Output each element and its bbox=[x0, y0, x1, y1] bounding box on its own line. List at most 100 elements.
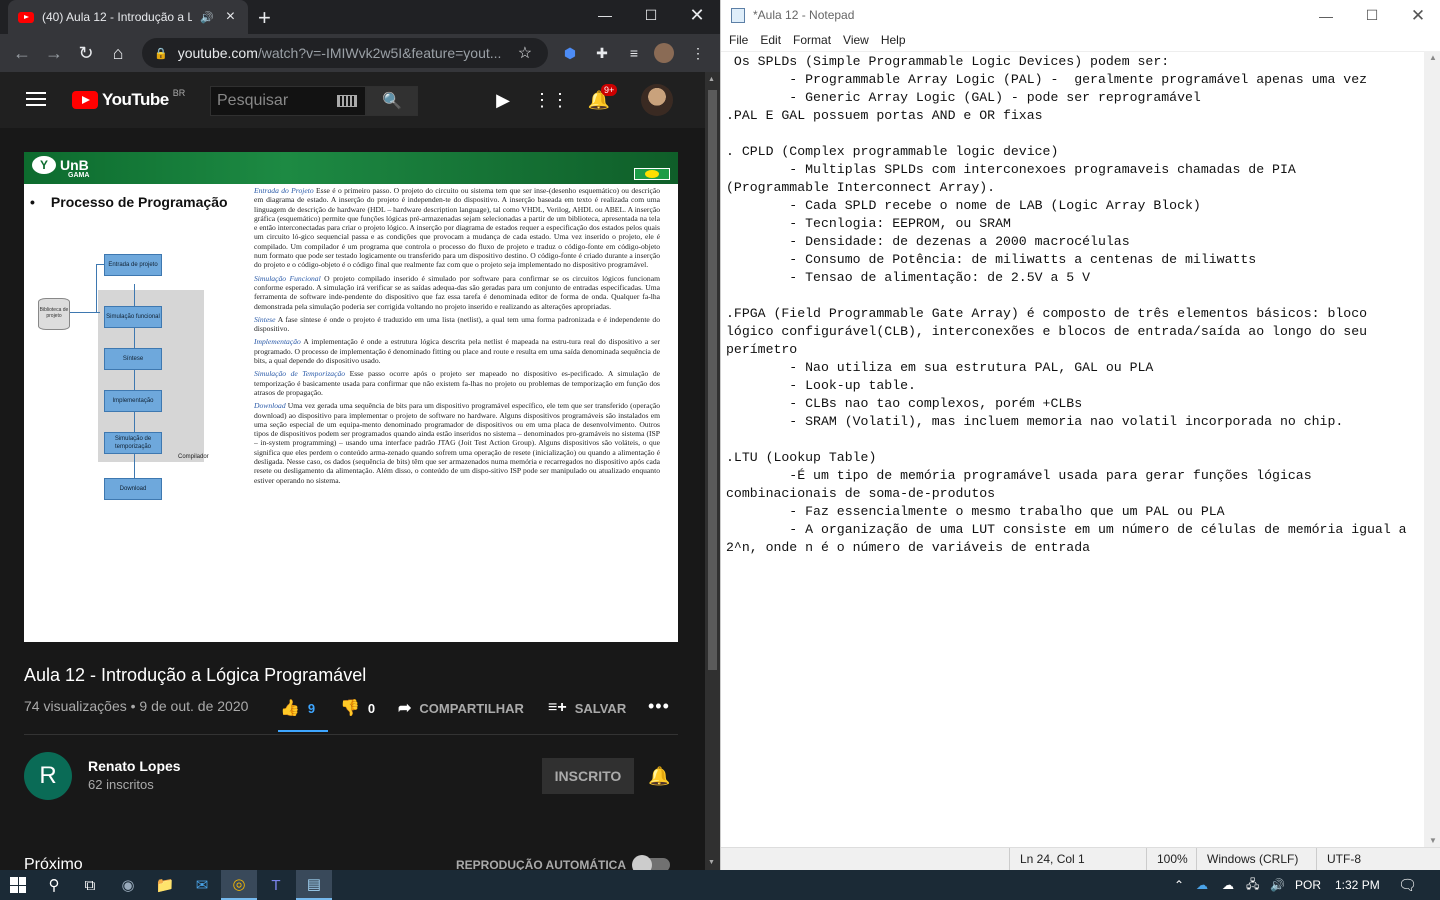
browser-tab-youtube[interactable]: (40) Aula 12 - Introdução a L 🔊 × bbox=[8, 0, 248, 34]
minimize-icon[interactable]: — bbox=[1303, 0, 1349, 31]
save-button[interactable]: ≡+ SALVAR bbox=[548, 694, 626, 722]
channel-avatar[interactable]: R bbox=[24, 752, 72, 800]
input-language[interactable]: POR bbox=[1295, 870, 1321, 900]
maximize-icon[interactable]: ☐ bbox=[628, 0, 674, 30]
user-avatar[interactable] bbox=[641, 84, 673, 116]
channel-bell-icon[interactable]: 🔔 bbox=[648, 766, 670, 787]
slide-body-text: Entrada do Projeto Esse é o primeiro pas… bbox=[254, 186, 660, 642]
file-explorer-icon[interactable]: 📁 bbox=[147, 870, 183, 900]
extensions-puzzle-icon[interactable]: ✚ bbox=[592, 43, 612, 63]
volume-icon[interactable]: 🔊 bbox=[1270, 870, 1285, 900]
audio-playing-icon[interactable]: 🔊 bbox=[200, 11, 214, 24]
library-cylinder: Biblioteca de projeto bbox=[38, 298, 70, 330]
slide-title: Processo de Programação bbox=[30, 194, 228, 210]
more-actions-icon[interactable]: ••• bbox=[648, 696, 670, 717]
unb-brand-sub: GAMA bbox=[68, 172, 90, 179]
app-icon[interactable]: ◉ bbox=[110, 870, 146, 900]
home-icon[interactable]: ⌂ bbox=[106, 41, 130, 65]
line-ending: Windows (CRLF) bbox=[1207, 852, 1299, 866]
tab-strip: (40) Aula 12 - Introdução a L 🔊 × + — ☐ … bbox=[0, 0, 720, 34]
extension-shield-icon[interactable]: ⬢ bbox=[560, 43, 580, 63]
youtube-logo[interactable]: YouTube BR bbox=[72, 88, 185, 110]
task-view-icon[interactable]: ⧉ bbox=[72, 870, 108, 900]
address-bar[interactable]: 🔒 youtube.com/watch?v=-IMIWvk2w5I&featur… bbox=[142, 38, 548, 68]
notepad-taskbar-icon[interactable]: ▤ bbox=[296, 870, 332, 900]
url-path: /watch?v=-IMIWvk2w5I&feature=yout... bbox=[257, 45, 502, 61]
keyboard-icon[interactable] bbox=[337, 95, 357, 107]
windows-logo-icon bbox=[10, 877, 26, 893]
search-button[interactable]: 🔍 bbox=[366, 86, 418, 116]
video-views-date: 74 visualizações • 9 de out. de 2020 bbox=[24, 698, 249, 714]
menu-format[interactable]: Format bbox=[793, 31, 839, 51]
slide-paragraph: Entrada do Projeto Esse é o primeiro pas… bbox=[254, 186, 660, 270]
apps-grid-icon[interactable]: ⋮⋮ bbox=[533, 88, 569, 112]
hamburger-menu-icon[interactable] bbox=[26, 92, 46, 106]
onedrive-icon[interactable]: ☁ bbox=[1196, 870, 1208, 900]
video-player[interactable]: Y UnB GAMA Processo de Programação Bibli… bbox=[24, 152, 678, 642]
maximize-icon[interactable]: ☐ bbox=[1349, 0, 1395, 31]
like-ratio-bar bbox=[278, 730, 328, 732]
notepad-content[interactable]: Os SPLDs (Simple Programmable Logic Devi… bbox=[721, 52, 1424, 557]
close-window-icon[interactable]: ✕ bbox=[674, 0, 720, 30]
notepad-scrollbar[interactable]: ▲ ▼ bbox=[1424, 51, 1440, 847]
menu-file[interactable]: File bbox=[729, 31, 756, 51]
scrollbar-thumb[interactable] bbox=[708, 90, 717, 670]
menu-help[interactable]: Help bbox=[881, 31, 914, 51]
subscribed-button[interactable]: INSCRITO bbox=[542, 758, 634, 794]
page-scrollbar[interactable]: ▲ ▼ bbox=[705, 72, 720, 870]
scroll-up-icon[interactable]: ▲ bbox=[708, 76, 715, 83]
action-center-icon[interactable]: 🗨 bbox=[1398, 870, 1417, 900]
zoom-level: 100% bbox=[1157, 852, 1188, 866]
show-hidden-icons[interactable]: ⌃ bbox=[1174, 870, 1184, 900]
thumbs-down-icon: 👎 bbox=[340, 700, 360, 717]
reload-icon[interactable]: ↻ bbox=[74, 41, 98, 65]
search-icon: 🔍 bbox=[382, 93, 402, 110]
minimize-icon[interactable]: — bbox=[582, 0, 628, 30]
scroll-down-icon[interactable]: ▼ bbox=[708, 859, 715, 866]
mail-icon[interactable]: ✉ bbox=[184, 870, 220, 900]
unb-emblem-icon: Y bbox=[32, 156, 56, 174]
diagram-step: Entrada de projeto bbox=[104, 254, 162, 276]
dislike-button[interactable]: 👎 0 bbox=[340, 694, 375, 722]
clock[interactable]: 1:32 PM bbox=[1335, 870, 1380, 900]
menu-view[interactable]: View bbox=[843, 31, 877, 51]
chrome-taskbar-icon[interactable]: ◎ bbox=[221, 870, 257, 900]
back-icon[interactable]: ← bbox=[10, 41, 34, 65]
new-tab-button[interactable]: + bbox=[258, 5, 271, 31]
share-button[interactable]: ➦ COMPARTILHAR bbox=[398, 694, 524, 722]
browser-toolbar: ← → ↻ ⌂ 🔒 youtube.com/watch?v=-IMIWvk2w5… bbox=[0, 34, 720, 72]
network-warning-icon[interactable]: ☁ bbox=[1222, 870, 1234, 900]
search-input[interactable]: Pesquisar bbox=[210, 86, 366, 116]
unb-brand: UnB bbox=[60, 157, 89, 173]
create-video-icon[interactable]: ▶ bbox=[491, 88, 515, 112]
notepad-text-area[interactable]: Os SPLDs (Simple Programmable Logic Devi… bbox=[721, 51, 1424, 847]
scroll-down-icon[interactable]: ▼ bbox=[1429, 836, 1437, 845]
menu-edit[interactable]: Edit bbox=[760, 31, 789, 51]
lock-icon[interactable]: 🔒 bbox=[154, 47, 168, 60]
like-button[interactable]: 👍 9 bbox=[280, 694, 315, 722]
network-icon[interactable]: 🖧 bbox=[1246, 870, 1259, 900]
close-window-icon[interactable]: ✕ bbox=[1395, 0, 1440, 31]
autoplay-toggle[interactable] bbox=[632, 855, 670, 870]
url-text[interactable]: youtube.com/watch?v=-IMIWvk2w5I&feature=… bbox=[178, 45, 508, 61]
close-tab-icon[interactable]: × bbox=[226, 8, 235, 26]
media-queue-icon[interactable]: ≡ bbox=[624, 43, 644, 63]
channel-subscribers: 62 inscritos bbox=[88, 777, 154, 792]
notepad-window: *Aula 12 - Notepad — ☐ ✕ File Edit Forma… bbox=[720, 0, 1440, 871]
forward-icon[interactable]: → bbox=[42, 41, 66, 65]
bookmark-star-icon[interactable]: ☆ bbox=[518, 43, 532, 63]
chrome-menu-icon[interactable]: ⋮ bbox=[688, 43, 708, 63]
slide-paragraph: Simulação de Temporização Esse passo oco… bbox=[254, 369, 660, 397]
profile-avatar-icon[interactable] bbox=[654, 43, 674, 63]
slide-paragraph: Simulação Funcional O projeto compilado … bbox=[254, 274, 660, 311]
autoplay-label: REPRODUÇÃO AUTOMÁTICA bbox=[456, 858, 626, 870]
channel-name[interactable]: Renato Lopes bbox=[88, 758, 181, 774]
share-label: COMPARTILHAR bbox=[419, 700, 524, 716]
status-separator bbox=[1146, 848, 1147, 871]
notepad-titlebar: *Aula 12 - Notepad — ☐ ✕ bbox=[721, 0, 1440, 31]
teams-icon[interactable]: T bbox=[258, 870, 294, 900]
scroll-up-icon[interactable]: ▲ bbox=[1429, 53, 1437, 62]
start-button[interactable] bbox=[0, 870, 36, 900]
paragraph-heading: Simulação de Temporização bbox=[254, 369, 346, 379]
search-icon[interactable]: ⚲ bbox=[36, 870, 72, 900]
